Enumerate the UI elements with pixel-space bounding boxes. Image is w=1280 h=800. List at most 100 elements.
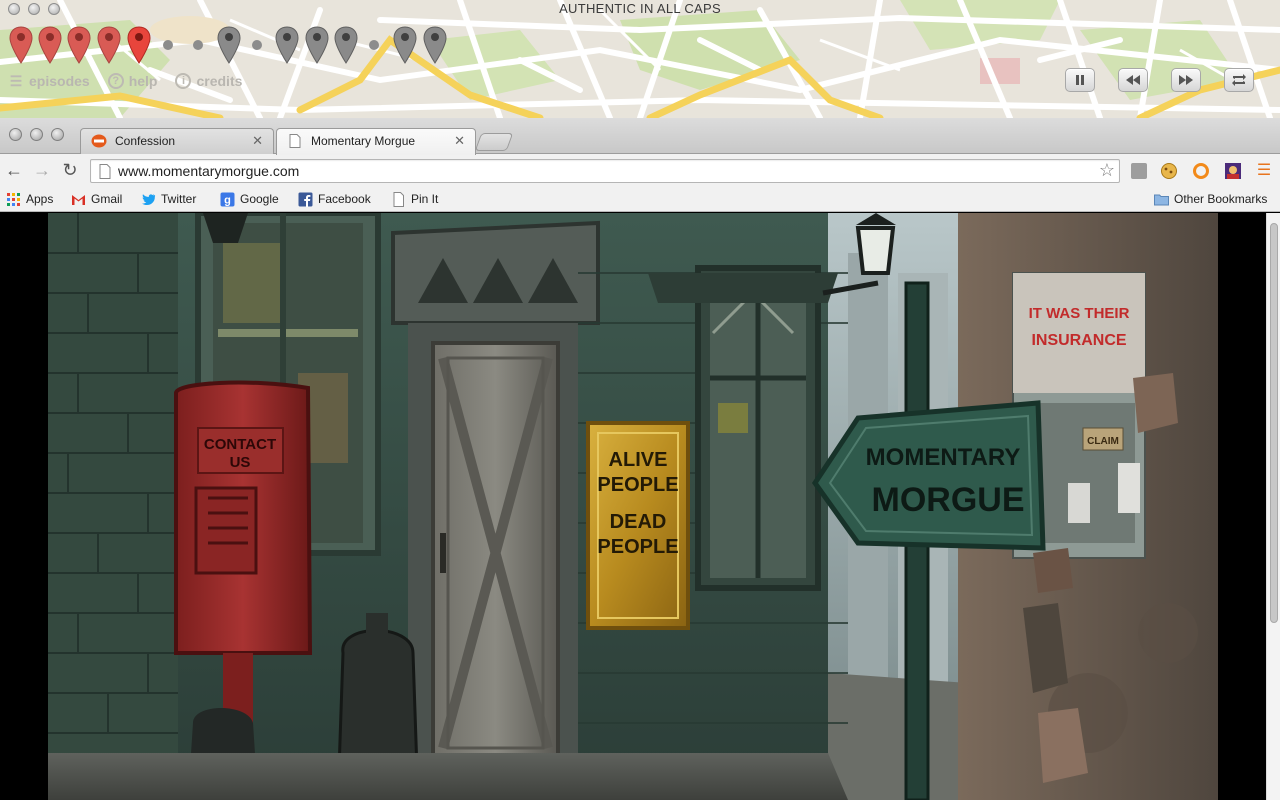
loop-icon (1232, 74, 1246, 86)
episode-pin-visited-icon[interactable] (67, 26, 91, 64)
game-window: AUTHENTIC IN ALL CAPS ☰ episodes ? help … (0, 0, 1280, 118)
url-text: www.momentarymorgue.com (118, 163, 300, 179)
bookmark-label: Facebook (318, 192, 371, 206)
arrow-sign-momentary-text: MOMENTARY (866, 444, 1021, 471)
credits-label: credits (196, 73, 243, 89)
browser-zoom-button[interactable] (51, 128, 64, 141)
folder-icon (1154, 194, 1169, 205)
address-bar[interactable]: www.momentarymorgue.com ☆ (90, 159, 1120, 183)
pause-button[interactable] (1065, 68, 1095, 92)
page-icon (393, 191, 404, 207)
plaque-alive-text: ALIVE (609, 449, 668, 471)
extension-orange-ring-icon[interactable] (1192, 162, 1210, 180)
bookmark-label: Gmail (91, 192, 123, 206)
back-button[interactable]: ← (4, 160, 24, 180)
question-icon: ? (107, 73, 124, 89)
bookmark-google[interactable]: g Google (220, 191, 279, 207)
scrollbar-thumb[interactable] (1270, 223, 1278, 623)
pause-icon (1076, 75, 1084, 85)
tab-close-icon[interactable]: ✕ (252, 129, 263, 153)
arrow-sign-morgue-text: MORGUE (872, 481, 1025, 519)
twitter-icon (142, 193, 156, 205)
bookmark-label: Apps (26, 192, 54, 206)
extension-cookie-icon[interactable] (1160, 162, 1178, 180)
bookmark-label: Pin It (411, 192, 439, 206)
fast-forward-button[interactable] (1171, 68, 1201, 92)
info-icon: i (175, 73, 192, 89)
episode-pin-locked-icon[interactable] (334, 26, 358, 64)
forward-button[interactable]: → (32, 160, 52, 180)
bookmarks-bar: Apps Gmail Twitter g Google Facebook Pin… (0, 186, 1280, 212)
help-label: help (128, 73, 158, 89)
poster-claim-text: CLAIM (1087, 436, 1119, 447)
episodes-label: episodes (29, 73, 90, 89)
episode-dot-icon[interactable] (163, 40, 173, 50)
episode-dot-icon[interactable] (193, 40, 203, 50)
page-scrollbar[interactable] (1266, 213, 1280, 800)
tab-close-icon[interactable]: ✕ (454, 129, 465, 153)
episode-pin-visited-icon[interactable] (97, 26, 121, 64)
confession-favicon-icon (91, 134, 107, 148)
mailbox-us-text: US (230, 454, 251, 471)
bookmark-gmail[interactable]: Gmail (71, 191, 122, 207)
game-minimize-button[interactable] (28, 3, 40, 15)
help-link[interactable]: ? help (107, 72, 158, 90)
plaque-people-text: PEOPLE (597, 536, 678, 558)
facebook-icon (298, 192, 313, 207)
episode-dot-icon[interactable] (252, 40, 262, 50)
episode-pin-visited-icon[interactable] (9, 26, 33, 64)
tab-title: Momentary Morgue (311, 134, 416, 148)
episode-pin-locked-icon[interactable] (393, 26, 417, 64)
game-close-button[interactable] (8, 3, 20, 15)
reload-icon: ↻ (62, 159, 78, 180)
credits-link[interactable]: i credits (175, 72, 242, 90)
browser-window: Confession ✕ Momentary Morgue ✕ ← → ↻ ww… (0, 118, 1280, 800)
poster-insurance-text: INSURANCE (1031, 332, 1126, 349)
page-icon (99, 164, 111, 179)
new-tab-button[interactable] (474, 133, 514, 151)
bookmark-label: Twitter (161, 192, 197, 206)
poster-it-was-their-text: IT WAS THEIR (1029, 305, 1130, 322)
plaque-dead-text: DEAD (610, 511, 667, 533)
extension-gray-icon[interactable] (1130, 162, 1148, 180)
episode-pin-locked-icon[interactable] (217, 26, 241, 64)
tab-title: Confession (115, 134, 176, 148)
game-zoom-button[interactable] (48, 3, 60, 15)
google-icon: g (220, 192, 235, 206)
episode-pin-locked-icon[interactable] (305, 26, 329, 64)
reload-button[interactable]: ↻ (60, 160, 80, 180)
bookmark-apps[interactable]: Apps (6, 191, 53, 207)
bookmark-pin-it[interactable]: Pin It (391, 191, 438, 207)
episode-pin-current-icon[interactable] (127, 26, 151, 64)
gmail-icon (72, 194, 85, 205)
episode-pin-locked-icon[interactable] (275, 26, 299, 64)
episodes-link[interactable]: ☰ episodes (8, 72, 90, 90)
episode-pin-visited-icon[interactable] (38, 26, 62, 64)
back-arrow-icon: ← (5, 159, 23, 180)
episode-dot-icon[interactable] (369, 40, 379, 50)
forward-arrow-icon: → (33, 159, 51, 180)
page-viewport: ALIVE PEOPLE DEAD PEOPLE CONTACT US IT W… (0, 213, 1280, 800)
bookmark-star-icon[interactable]: ☆ (1099, 160, 1115, 181)
page-icon (289, 134, 301, 148)
rewind-icon (1126, 75, 1140, 85)
bookmark-facebook[interactable]: Facebook (298, 191, 371, 207)
loop-button[interactable] (1224, 68, 1254, 92)
tab-confession[interactable]: Confession ✕ (80, 128, 274, 154)
game-nav: ☰ episodes ? help i credits (8, 72, 242, 90)
bookmark-twitter[interactable]: Twitter (141, 191, 196, 207)
apps-grid-icon (7, 192, 20, 206)
game-scene: ALIVE PEOPLE DEAD PEOPLE CONTACT US IT W… (48, 213, 1218, 800)
browser-minimize-button[interactable] (30, 128, 43, 141)
extension-avatar-icon[interactable] (1224, 162, 1242, 180)
svg-text:g: g (224, 194, 231, 206)
rewind-button[interactable] (1118, 68, 1148, 92)
tab-strip: Confession ✕ Momentary Morgue ✕ (0, 118, 1280, 155)
chrome-menu-button[interactable]: ☰ (1254, 160, 1274, 180)
tab-momentary-morgue[interactable]: Momentary Morgue ✕ (276, 128, 476, 155)
menu-icon: ☰ (1256, 162, 1272, 179)
episode-pin-locked-icon[interactable] (423, 26, 447, 64)
browser-close-button[interactable] (9, 128, 22, 141)
game-window-title: AUTHENTIC IN ALL CAPS (559, 1, 721, 16)
other-bookmarks-folder[interactable]: Other Bookmarks (1154, 191, 1267, 207)
